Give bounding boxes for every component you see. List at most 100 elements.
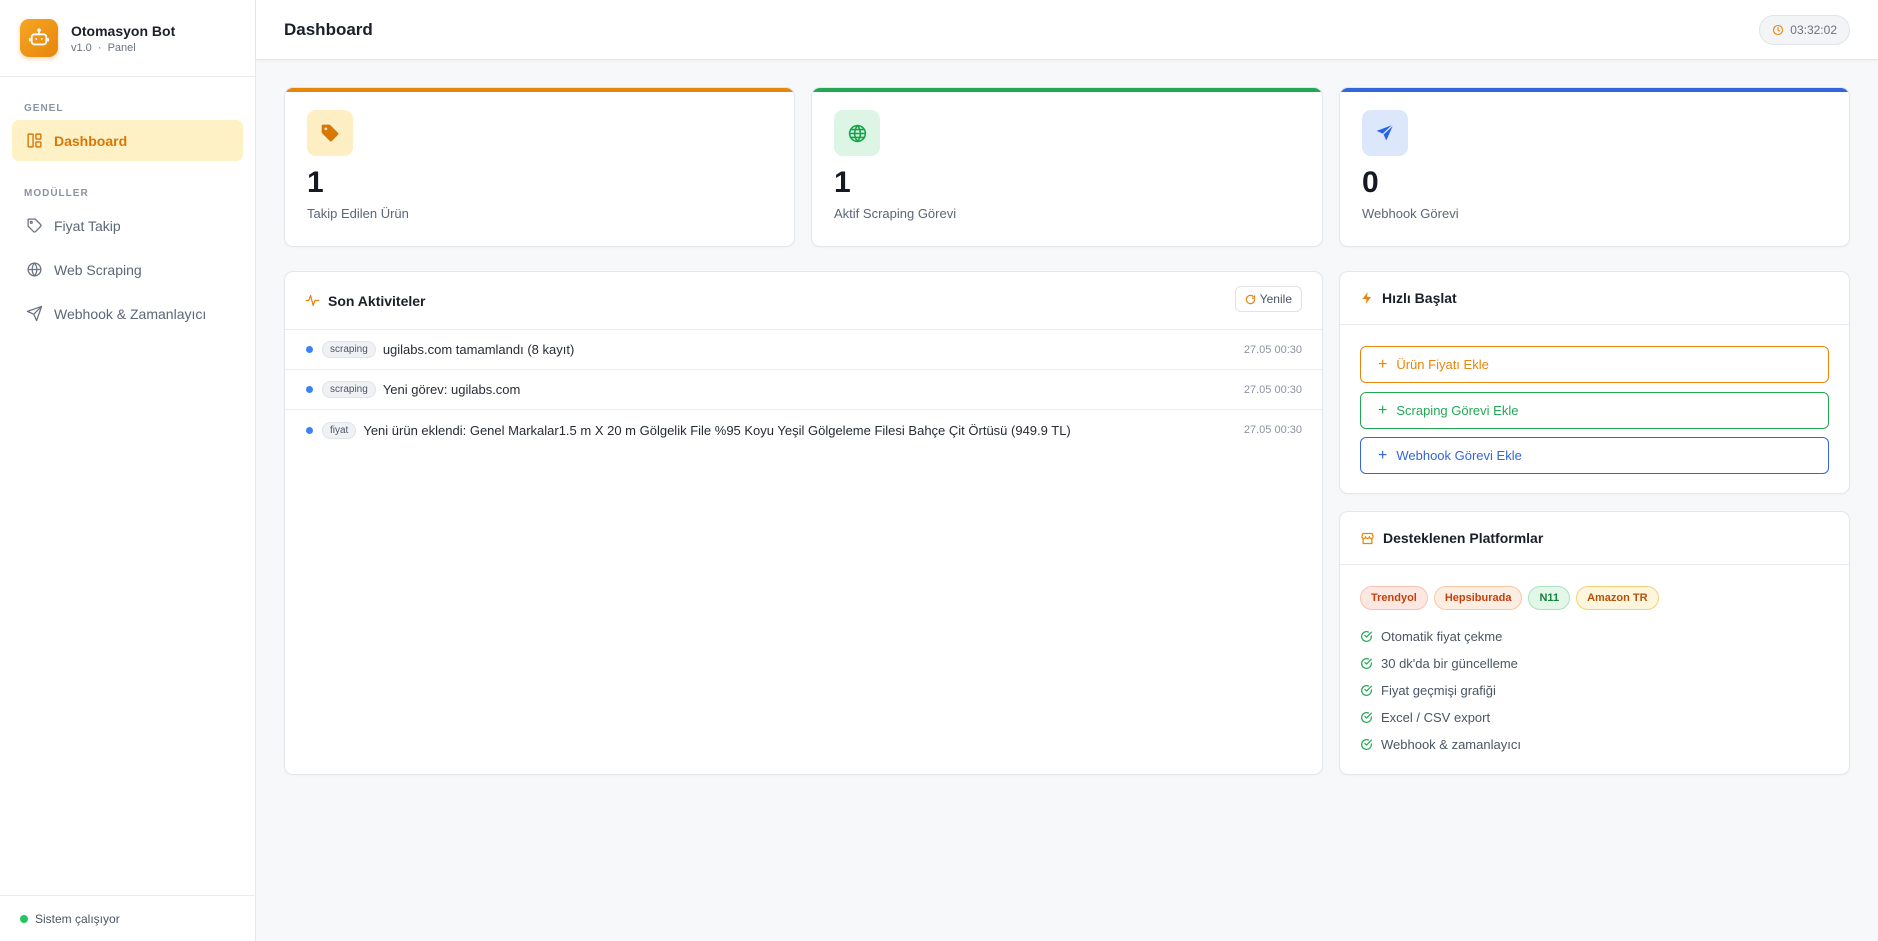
activity-time: 27.05 00:30 bbox=[1243, 343, 1302, 356]
activity-row: fiyat Yeni ürün eklendi: Genel Markalar1.… bbox=[285, 410, 1322, 450]
status-dot-icon bbox=[20, 914, 28, 923]
app-version: v1.0 bbox=[71, 41, 92, 54]
lightning-icon bbox=[1360, 291, 1374, 305]
stat-card-products: 1 Takip Edilen Ürün bbox=[284, 87, 795, 247]
activity-dot-icon bbox=[306, 426, 313, 434]
top-header: Dashboard 03:32:02 bbox=[256, 0, 1878, 60]
stat-label: Takip Edilen Ürün bbox=[307, 206, 409, 221]
refresh-button[interactable]: Yenile bbox=[1234, 286, 1302, 312]
feature-text: Excel / CSV export bbox=[1381, 710, 1491, 725]
brand: Otomasyon Bot v1.0 · Panel bbox=[0, 0, 255, 77]
activity-text: Yeni ürün eklendi: Genel Markalar1.5 m X… bbox=[363, 422, 1071, 438]
check-circle-icon bbox=[1360, 711, 1373, 724]
plus-icon: + bbox=[1378, 401, 1388, 419]
sidebar-item-fiyat-takip[interactable]: Fiyat Takip bbox=[12, 205, 243, 246]
platforms-title: Desteklenen Platformlar bbox=[1383, 530, 1544, 546]
quick-button-label: Scraping Görevi Ekle bbox=[1396, 403, 1519, 418]
send-icon bbox=[25, 305, 43, 323]
robot-logo-icon bbox=[20, 19, 58, 57]
nav-section-modules: MODÜLLER bbox=[24, 188, 89, 199]
quick-button-label: Webhook Görevi Ekle bbox=[1396, 448, 1522, 463]
activity-dot-icon bbox=[306, 346, 313, 353]
stat-card-scraping: 1 Aktif Scraping Görevi bbox=[811, 87, 1323, 247]
page-title: Dashboard bbox=[284, 19, 373, 39]
feature-text: Fiyat geçmişi grafiği bbox=[1381, 683, 1496, 698]
plus-icon: + bbox=[1378, 446, 1388, 464]
quick-button-1[interactable]: + Scraping Görevi Ekle bbox=[1360, 392, 1829, 429]
refresh-label: Yenile bbox=[1259, 292, 1292, 306]
activity-list: scraping ugilabs.com tamamlandı (8 kayıt)… bbox=[285, 330, 1322, 450]
sidebar-item-webhook[interactable]: Webhook & Zamanlayıcı bbox=[12, 293, 243, 334]
sidebar: Otomasyon Bot v1.0 · Panel GENEL Dashboa… bbox=[0, 0, 256, 941]
globe-icon bbox=[834, 110, 880, 156]
clock-time: 03:32:02 bbox=[1790, 23, 1837, 37]
platform-tags: Trendyol Hepsiburada N11 Amazon TR bbox=[1360, 586, 1665, 610]
platforms-panel: Desteklenen Platformlar Trendyol Hepsibur… bbox=[1339, 511, 1850, 775]
platforms-header: Desteklenen Platformlar bbox=[1340, 512, 1849, 565]
feature-text: 30 dk'da bir güncelleme bbox=[1381, 656, 1518, 671]
platform-tag: Trendyol bbox=[1360, 586, 1428, 610]
activity-tag: scraping bbox=[322, 381, 376, 398]
sidebar-item-label: Dashboard bbox=[54, 132, 128, 149]
feature-item: Fiyat geçmişi grafiği bbox=[1360, 677, 1521, 704]
nav-section-general: GENEL bbox=[24, 103, 64, 114]
activity-text: Yeni görev: ugilabs.com bbox=[382, 382, 521, 397]
quick-button-label: Ürün Fiyatı Ekle bbox=[1396, 357, 1489, 372]
tag-icon bbox=[307, 110, 353, 156]
stat-value: 1 bbox=[307, 166, 324, 199]
feature-text: Webhook & zamanlayıcı bbox=[1381, 737, 1521, 752]
stat-accent-bar bbox=[812, 88, 1322, 92]
activity-time: 27.05 00:30 bbox=[1243, 424, 1302, 436]
stat-value: 0 bbox=[1362, 166, 1379, 199]
app-panel-label: Panel bbox=[107, 41, 136, 54]
clock-badge: 03:32:02 bbox=[1759, 15, 1850, 45]
quick-button-2[interactable]: + Webhook Görevi Ekle bbox=[1360, 437, 1829, 474]
feature-item: 30 dk'da bir güncelleme bbox=[1360, 650, 1521, 677]
activity-tag: fiyat bbox=[322, 421, 357, 439]
send-icon bbox=[1362, 110, 1408, 156]
check-circle-icon bbox=[1360, 738, 1373, 751]
check-circle-icon bbox=[1360, 630, 1373, 643]
clock-icon bbox=[1772, 24, 1784, 36]
platform-tag: N11 bbox=[1528, 586, 1571, 610]
activity-icon bbox=[305, 293, 320, 308]
layout-dashboard-icon bbox=[25, 132, 43, 150]
feature-list: Otomatik fiyat çekme 30 dk'da bir güncell… bbox=[1360, 623, 1521, 758]
activity-time: 27.05 00:30 bbox=[1243, 383, 1302, 396]
quick-button-0[interactable]: + Ürün Fiyatı Ekle bbox=[1360, 346, 1829, 383]
activities-title: Son Aktiviteler bbox=[328, 292, 426, 309]
check-circle-icon bbox=[1360, 657, 1373, 670]
activity-text: ugilabs.com tamamlandı (8 kayıt) bbox=[382, 342, 575, 357]
quick-start-header: Hızlı Başlat bbox=[1340, 272, 1849, 325]
stat-accent-bar bbox=[1340, 88, 1849, 92]
sidebar-item-dashboard[interactable]: Dashboard bbox=[12, 120, 243, 161]
app-title: Otomasyon Bot bbox=[71, 22, 176, 39]
check-circle-icon bbox=[1360, 684, 1373, 697]
platform-tag: Hepsiburada bbox=[1433, 586, 1523, 610]
feature-text: Otomatik fiyat çekme bbox=[1381, 629, 1503, 644]
app-subtitle: v1.0 · Panel bbox=[71, 42, 175, 54]
stat-value: 1 bbox=[834, 166, 851, 199]
sidebar-item-web-scraping[interactable]: Web Scraping bbox=[12, 249, 243, 290]
sidebar-item-label: Fiyat Takip bbox=[54, 217, 121, 234]
activity-row: scraping ugilabs.com tamamlandı (8 kayıt)… bbox=[285, 330, 1322, 370]
store-icon bbox=[1360, 531, 1375, 546]
feature-item: Excel / CSV export bbox=[1360, 704, 1521, 731]
plus-icon: + bbox=[1378, 355, 1388, 373]
sidebar-item-label: Web Scraping bbox=[54, 261, 142, 278]
sidebar-item-label: Webhook & Zamanlayıcı bbox=[54, 305, 207, 322]
feature-item: Webhook & zamanlayıcı bbox=[1360, 731, 1521, 758]
system-status: Sistem çalışıyor bbox=[0, 895, 256, 941]
feature-item: Otomatik fiyat çekme bbox=[1360, 623, 1521, 650]
globe-icon bbox=[25, 261, 43, 279]
stat-label: Aktif Scraping Görevi bbox=[834, 206, 957, 221]
activity-row: scraping Yeni görev: ugilabs.com 27.05 00:… bbox=[285, 370, 1322, 410]
refresh-icon bbox=[1245, 294, 1256, 305]
stat-label: Webhook Görevi bbox=[1362, 206, 1459, 221]
platform-tag: Amazon TR bbox=[1576, 586, 1659, 610]
stat-accent-bar bbox=[285, 88, 794, 92]
stat-card-webhook: 0 Webhook Görevi bbox=[1339, 87, 1850, 247]
tag-icon bbox=[25, 217, 43, 235]
quick-start-panel: Hızlı Başlat + Ürün Fiyatı Ekle + Scraping … bbox=[1339, 271, 1850, 494]
activity-tag: scraping bbox=[322, 341, 376, 358]
